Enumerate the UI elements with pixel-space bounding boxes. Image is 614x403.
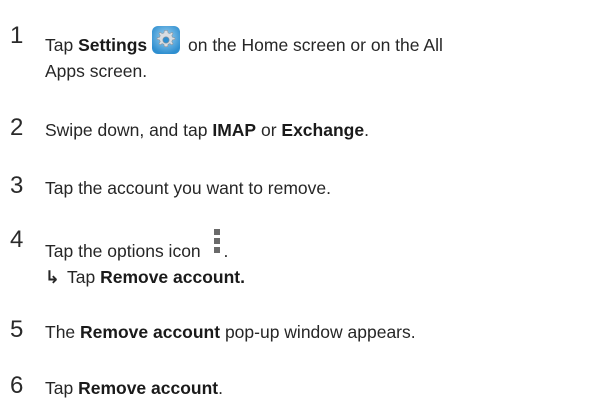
result-arrow-icon: ↳ [45,267,60,287]
result-bold-term: Remove account. [100,267,245,287]
step-number: 3 [10,172,24,199]
step-bold-term: IMAP [212,120,257,140]
step-text: Tap Remove account. [45,375,610,401]
step-text: Swipe down, and tap IMAP or Exchange. [45,117,610,143]
step-text: Tap the options icon . ↳ Tap Remove accou… [45,229,610,290]
step-text-middle: or [256,120,282,140]
step-text-suffix: . [218,378,223,398]
step-text: Tap Settings on the Home screen or on th… [45,25,610,84]
step-number: 1 [10,22,24,49]
step-text-suffix: on the Home screen or on the All [183,35,443,55]
step-text: The Remove account pop-up window appears… [45,319,610,345]
step-number: 4 [10,226,24,253]
result-text-prefix: Tap [67,267,101,287]
settings-gear-icon [152,26,181,54]
step-text-prefix: Tap [45,35,79,55]
step-text-suffix: . [364,120,369,140]
step-text-line2: Apps screen. [45,61,148,81]
step-bold-term: Settings [78,35,148,55]
options-vertical-dots-icon [210,229,224,255]
step-text-prefix: The [45,322,81,342]
step-bold-term: Remove account [80,322,221,342]
instruction-steps: 1 Tap Settings on the Home screen or on … [0,0,614,403]
step-number: 6 [10,372,24,399]
step-number: 2 [10,114,24,141]
step-text-prefix: Tap the options icon [45,241,206,261]
step-text-suffix: pop-up window appears. [220,322,416,342]
step-number: 5 [10,316,24,343]
step-text-prefix: Tap [45,378,79,398]
step-bold-term: Remove account [78,378,219,398]
step-text-suffix: . [223,241,229,261]
step-result: ↳ Tap Remove account. [45,264,610,290]
step-bold-term: Exchange [281,120,365,140]
step-text-prefix: Swipe down, and tap [45,120,213,140]
step-text: Tap the account you want to remove. [45,178,331,198]
